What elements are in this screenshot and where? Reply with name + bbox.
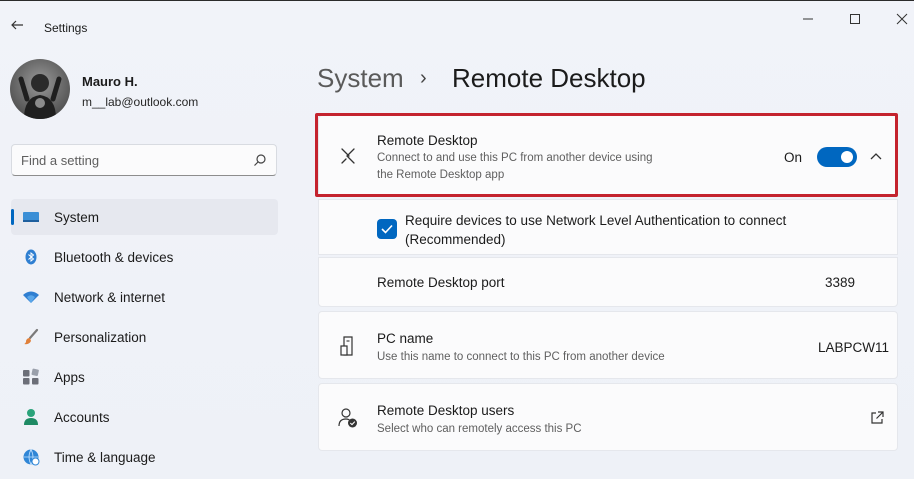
remote-desktop-description: Connect to and use this PC from another … (377, 150, 653, 184)
search-box[interactable] (11, 144, 277, 176)
sidebar-item-label: Time & language (54, 450, 156, 465)
sidebar-item-personalization[interactable]: Personalization (11, 319, 278, 355)
remote-desktop-port-row: Remote Desktop port 3389 (318, 257, 898, 307)
nla-label-line: (Recommended) (405, 232, 506, 247)
user-email: m__lab@outlook.com (82, 95, 199, 109)
user-photo-icon (18, 74, 62, 119)
rd-users-title: Remote Desktop users (377, 403, 515, 418)
minimize-icon (803, 18, 813, 20)
sidebar-item-bluetooth[interactable]: Bluetooth & devices (11, 239, 278, 275)
sidebar-item-label: Apps (54, 370, 85, 385)
selected-indicator (11, 209, 14, 225)
user-check-icon (338, 408, 357, 428)
description-line: Connect to and use this PC from another … (377, 152, 653, 164)
wifi-icon (23, 291, 39, 303)
back-button[interactable] (8, 15, 28, 35)
breadcrumb-separator: › (420, 67, 427, 89)
nla-label-line: Require devices to use Network Level Aut… (405, 213, 787, 228)
nla-setting-row: Require devices to use Network Level Aut… (318, 199, 898, 255)
nla-checkbox[interactable] (377, 219, 397, 239)
remote-desktop-toggle[interactable] (817, 147, 857, 167)
remote-desktop-users-card[interactable]: Remote Desktop users Select who can remo… (318, 383, 898, 451)
pc-name-title: PC name (377, 331, 434, 346)
sidebar-item-label: Personalization (54, 330, 147, 345)
rd-users-description: Select who can remotely access this PC (377, 423, 582, 435)
remote-desktop-card[interactable]: Remote Desktop Connect to and use this P… (318, 115, 898, 197)
sidebar-item-network[interactable]: Network & internet (11, 279, 278, 315)
settings-window: Settings Mauro H. m__lab@outlook.com Fin… (0, 0, 914, 479)
sidebar-item-accounts[interactable]: Accounts (11, 399, 278, 435)
search-icon[interactable] (253, 153, 267, 167)
maximize-button[interactable] (841, 9, 869, 29)
breadcrumb-parent[interactable]: System (317, 63, 404, 94)
user-name: Mauro H. (82, 74, 138, 89)
person-icon (24, 409, 38, 425)
bluetooth-icon (25, 249, 37, 265)
nla-checkbox-label[interactable]: Require devices to use Network Level Aut… (405, 211, 825, 249)
open-external-icon[interactable] (869, 410, 885, 426)
pc-name-description: Use this name to connect to this PC from… (377, 351, 665, 363)
globe-clock-icon (23, 449, 40, 466)
checkmark-icon (381, 224, 393, 234)
remote-desktop-icon (341, 148, 355, 164)
back-arrow-icon (11, 20, 23, 30)
close-icon (896, 13, 908, 25)
pc-name-value: LABPCW11 (818, 340, 890, 355)
description-line: the Remote Desktop app (377, 169, 505, 181)
maximize-icon (850, 14, 860, 24)
sidebar-item-label: System (54, 210, 100, 225)
toggle-knob (841, 151, 853, 163)
apps-icon (23, 368, 39, 385)
port-label: Remote Desktop port (377, 275, 505, 290)
page-title: Remote Desktop (452, 63, 646, 93)
system-display-icon (23, 212, 39, 222)
title-bar: Settings (0, 1, 914, 41)
toggle-state-label: On (784, 150, 803, 165)
sidebar-item-time-language[interactable]: Time & language (11, 439, 278, 475)
avatar[interactable] (10, 59, 70, 119)
close-button[interactable] (888, 9, 914, 29)
search-input[interactable] (21, 150, 241, 170)
sidebar-item-apps[interactable]: Apps (11, 359, 278, 395)
remote-desktop-title: Remote Desktop (377, 133, 478, 148)
app-title: Settings (44, 21, 88, 35)
pc-name-card: PC name Use this name to connect to this… (318, 311, 898, 379)
brush-icon (24, 328, 39, 345)
sidebar-item-label: Bluetooth & devices (54, 250, 174, 265)
chevron-up-icon[interactable] (868, 149, 884, 165)
sidebar-item-label: Accounts (54, 410, 110, 425)
sidebar-item-label: Network & internet (54, 290, 166, 305)
pc-tower-icon (340, 336, 353, 356)
sidebar-item-system[interactable]: System (11, 199, 278, 235)
minimize-button[interactable] (794, 9, 822, 29)
port-value: 3389 (825, 275, 856, 290)
